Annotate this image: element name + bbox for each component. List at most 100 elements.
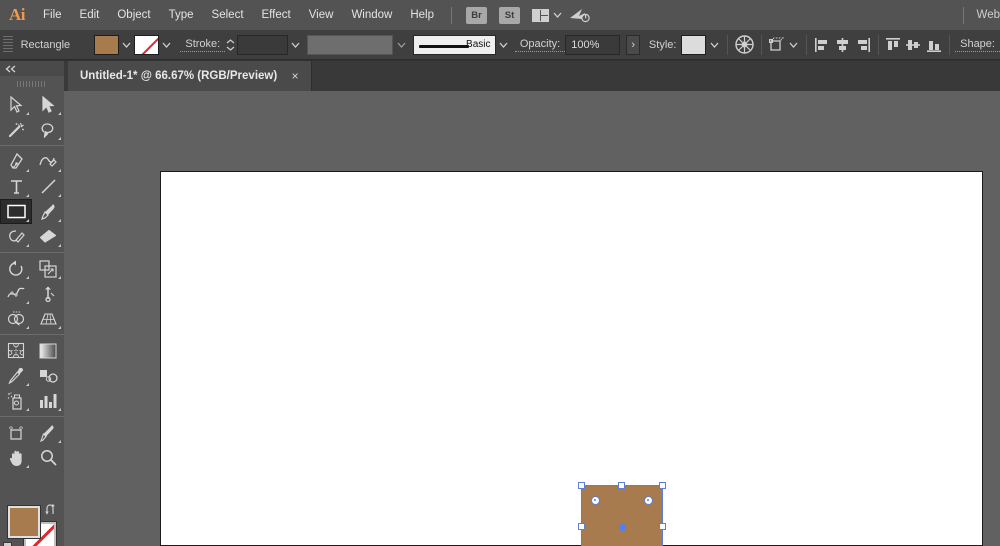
brush-definition-select[interactable]: Basic xyxy=(413,35,496,55)
type-tool[interactable] xyxy=(0,174,32,199)
eraser-tool[interactable] xyxy=(32,224,64,249)
menu-edit[interactable]: Edit xyxy=(71,0,109,30)
recolor-artwork-icon[interactable] xyxy=(733,34,756,56)
eyedropper-tool[interactable] xyxy=(0,363,32,388)
menu-object[interactable]: Object xyxy=(108,0,159,30)
align-horizontal-center-icon[interactable] xyxy=(832,34,852,56)
brush-chevron-down-icon[interactable] xyxy=(496,35,511,55)
lasso-tool[interactable] xyxy=(32,117,64,142)
illustrator-window: Ai File Edit Object Type Select Effect V… xyxy=(0,0,1000,546)
magic-wand-tool[interactable] xyxy=(0,117,32,142)
direct-selection-tool[interactable] xyxy=(32,92,64,117)
flyout-indicator xyxy=(26,408,29,411)
menu-view[interactable]: View xyxy=(300,0,343,30)
graphic-style-swatch[interactable] xyxy=(681,35,706,55)
align-top-icon[interactable] xyxy=(884,34,904,56)
handle-top-right[interactable] xyxy=(659,482,666,489)
menu-type[interactable]: Type xyxy=(160,0,203,30)
zoom-tool[interactable] xyxy=(32,445,64,470)
collapse-panel-icon[interactable] xyxy=(0,61,64,76)
menu-effect[interactable]: Effect xyxy=(253,0,300,30)
align-right-icon[interactable] xyxy=(853,34,873,56)
control-divider-5 xyxy=(949,35,950,55)
menu-window[interactable]: Window xyxy=(342,0,401,30)
free-transform-tool[interactable] xyxy=(32,281,64,306)
opacity-input[interactable]: 100% xyxy=(565,35,620,55)
shaper-tool[interactable] xyxy=(0,224,32,249)
column-graph-tool[interactable] xyxy=(32,388,64,413)
selected-object[interactable] xyxy=(578,482,666,546)
color-controls xyxy=(0,502,64,546)
default-fill-stroke-icon[interactable] xyxy=(3,542,18,546)
center-anchor-point[interactable] xyxy=(619,524,626,531)
hand-tool[interactable] xyxy=(0,445,32,470)
artboard[interactable] xyxy=(160,171,983,546)
control-divider-3 xyxy=(806,35,807,55)
opacity-label[interactable]: Opacity: xyxy=(515,38,565,52)
stock-button[interactable]: St xyxy=(499,7,520,24)
blend-tool[interactable] xyxy=(32,363,64,388)
flyout-indicator xyxy=(26,112,29,115)
arrange-documents-icon[interactable] xyxy=(532,0,549,30)
align-vertical-center-icon[interactable] xyxy=(904,34,924,56)
slice-tool[interactable] xyxy=(32,420,64,445)
artboard-tool[interactable] xyxy=(0,420,32,445)
fill-chevron-down-icon[interactable] xyxy=(119,35,134,55)
symbol-sprayer-tool[interactable] xyxy=(0,388,32,413)
flyout-indicator xyxy=(58,408,61,411)
control-divider-2 xyxy=(761,35,762,55)
transform-chevron-down-icon[interactable] xyxy=(786,35,801,55)
workspace-switcher[interactable]: Web xyxy=(967,0,1000,30)
shape-builder-tool[interactable] xyxy=(0,306,32,331)
handle-top-center[interactable] xyxy=(618,482,625,489)
fill-swatch-large[interactable] xyxy=(8,506,40,538)
stroke-chevron-down-icon[interactable] xyxy=(159,35,174,55)
corner-radius-widget-top-right[interactable] xyxy=(644,496,653,505)
align-bottom-icon[interactable] xyxy=(924,34,944,56)
pen-tool[interactable] xyxy=(0,149,32,174)
handle-middle-left[interactable] xyxy=(578,523,585,530)
handle-middle-right[interactable] xyxy=(659,523,666,530)
gradient-tool[interactable] xyxy=(32,338,64,363)
handle-top-left[interactable] xyxy=(578,482,585,489)
stroke-weight-stepper[interactable] xyxy=(225,35,237,55)
mesh-tool[interactable] xyxy=(0,338,32,363)
menu-help[interactable]: Help xyxy=(401,0,443,30)
scale-tool[interactable] xyxy=(32,256,64,281)
style-chevron-down-icon[interactable] xyxy=(706,35,721,55)
control-bar: Rectangle Stroke: Basic Opacity: xyxy=(0,30,1000,60)
selection-tool[interactable] xyxy=(0,92,32,117)
align-left-icon[interactable] xyxy=(812,34,832,56)
tools-panel-grip[interactable] xyxy=(0,76,64,92)
document-tab[interactable]: Untitled-1* @ 66.67% (RGB/Preview) × xyxy=(68,61,312,91)
menu-select[interactable]: Select xyxy=(203,0,253,30)
width-tool[interactable] xyxy=(0,281,32,306)
curvature-tool[interactable] xyxy=(32,149,64,174)
chevron-down-icon[interactable] xyxy=(549,0,565,30)
swap-fill-stroke-icon[interactable] xyxy=(44,503,59,518)
variable-width-profile-input[interactable] xyxy=(307,35,393,55)
canvas-area[interactable] xyxy=(64,91,1000,546)
bridge-button[interactable]: Br xyxy=(466,7,487,24)
flyout-indicator xyxy=(58,219,61,222)
transform-shape-icon[interactable] xyxy=(767,34,786,56)
rotate-tool[interactable] xyxy=(0,256,32,281)
rectangle-tool[interactable] xyxy=(0,199,32,224)
opacity-expand-button[interactable]: › xyxy=(626,35,640,55)
stroke-weight-chevron-down-icon[interactable] xyxy=(288,35,303,55)
perspective-grid-tool[interactable] xyxy=(32,306,64,331)
variable-width-chevron-down-icon[interactable] xyxy=(393,35,408,55)
flyout-indicator xyxy=(26,244,29,247)
corner-radius-widget-top-left[interactable] xyxy=(591,496,600,505)
shape-label[interactable]: Shape: xyxy=(955,38,1000,52)
control-bar-grip[interactable] xyxy=(3,36,13,54)
stroke-weight-label[interactable]: Stroke: xyxy=(180,38,225,52)
close-icon[interactable]: × xyxy=(289,69,301,83)
line-segment-tool[interactable] xyxy=(32,174,64,199)
cloud-publish-icon[interactable] xyxy=(565,0,595,30)
menu-file[interactable]: File xyxy=(34,0,71,30)
stroke-color-swatch[interactable] xyxy=(134,35,159,55)
fill-color-swatch[interactable] xyxy=(94,35,119,55)
stroke-weight-input[interactable] xyxy=(237,35,288,55)
paintbrush-tool[interactable] xyxy=(32,199,64,224)
